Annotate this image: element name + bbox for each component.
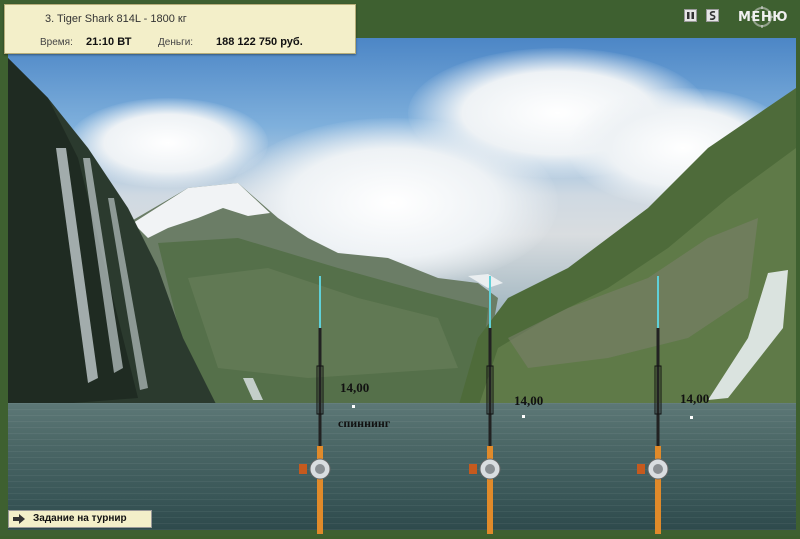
menu-label: МЕНЮ (738, 10, 788, 25)
fishing-rod (469, 276, 501, 534)
rod-1-depth: 14,00 (340, 380, 370, 395)
rod-2-float (522, 415, 525, 418)
pause-icon (687, 12, 694, 19)
rod-1-float (352, 405, 355, 408)
task-label: Задание на турнир (33, 513, 127, 524)
info-panel: 3. Tiger Shark 814L - 1800 кг Время: 21:… (4, 4, 356, 54)
rod-3[interactable] (634, 276, 674, 534)
time-label: Время: (40, 37, 73, 48)
money-label: Деньги: (158, 37, 194, 48)
rod-3-depth: 14,00 (680, 391, 710, 406)
rod-3-float (690, 416, 693, 419)
pause-button[interactable] (684, 9, 697, 22)
arrow-right-icon (13, 514, 25, 524)
rod-1-type: спиннинг (338, 416, 391, 430)
rod-2-depth: 14,00 (514, 393, 544, 408)
fishing-rod (299, 276, 331, 534)
fish-info: 3. Tiger Shark 814L - 1800 кг (45, 13, 187, 25)
sound-button[interactable] (706, 9, 719, 22)
menu-button[interactable]: МЕНЮ (734, 6, 790, 28)
fishing-rod (637, 276, 669, 534)
fishing-scene[interactable] (8, 38, 796, 530)
rod-2[interactable] (466, 276, 506, 534)
money-value: 188 122 750 руб. (216, 36, 303, 48)
rod-1[interactable] (296, 276, 336, 534)
tournament-task-button[interactable]: Задание на турнир (8, 510, 152, 528)
sound-icon (709, 11, 716, 20)
time-value: 21:10 ВТ (86, 36, 132, 48)
